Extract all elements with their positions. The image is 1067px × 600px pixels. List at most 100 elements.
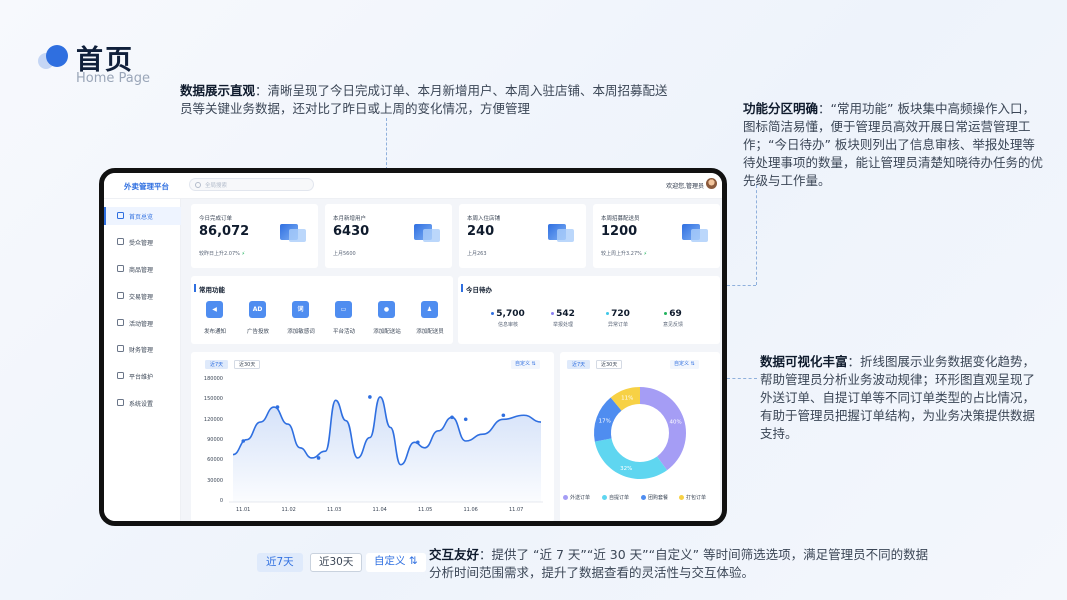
callout-title: 交互友好 (429, 547, 480, 562)
quick-function-label: 发布通知 (203, 329, 226, 335)
sidebar-item-activity[interactable]: 活动管理 (104, 314, 181, 332)
quick-function-ad[interactable]: AD 广告投放 (236, 301, 280, 341)
goods-icon (117, 265, 124, 272)
data-point (368, 395, 372, 399)
orders-illustration-icon (280, 221, 306, 243)
status-dot (491, 312, 495, 315)
page-subtitle: Home Page (76, 71, 150, 86)
todo-count: 542 (556, 309, 575, 319)
status-dot (606, 312, 610, 315)
legend-item: 打包订单 (679, 494, 706, 501)
connector-line (756, 185, 757, 285)
donut-chart-panel: 近7天 近30天 自定义 ⇅ 40% 32% 17% 11% 外送订单 自提订单 团购… (560, 352, 720, 521)
line-chart (229, 395, 543, 503)
callout-visualization: 数据可视化丰富：折线图展示业务数据变化趋势，帮助管理员分析业务波动规律；环形图直… (760, 353, 1043, 443)
sidebar: 首页总览 受众管理 商品管理 交易管理 活动管理 财务管理 平台维护 系统设置 (104, 199, 181, 521)
tablet-mockup: 外卖管理平台 全局搜索 欢迎您,管理员 首页总览 受众管理 商品管理 交易管理 … (99, 168, 727, 526)
stat-compare-text: 上月263 (467, 251, 487, 257)
callout-function-zone: 功能分区明确：“常用功能” 板块集中高频操作入口，图标简洁易懂，便于管理员高效开… (743, 100, 1043, 190)
data-point (241, 439, 246, 443)
callout-title: 数据可视化丰富 (760, 354, 848, 369)
todo-item[interactable]: 720 异常订单 (596, 309, 640, 328)
todo-item[interactable]: 5,700 信息审核 (486, 309, 530, 328)
stat-card-couriers: 本周招募配送员 1200 较上周上升3.27% ⚡ (593, 204, 720, 268)
donut-slice-label: 40% (670, 419, 682, 425)
line-chart-panel: 近7天 近30天 自定义 ⇅ 0 30000 60000 90000 120000 150… (191, 352, 554, 521)
shops-illustration-icon (548, 221, 574, 243)
todo-count: 5,700 (496, 309, 525, 319)
stat-label: 本月新增用户 (333, 216, 367, 222)
data-point (275, 405, 280, 409)
activity-icon (117, 319, 124, 326)
todo-label: 信息审核 (497, 322, 518, 328)
demo-filter-30days[interactable]: 近30天 (310, 553, 363, 572)
demo-filter-7days[interactable]: 近7天 (257, 553, 303, 572)
trend-up-icon: ⚡ (241, 251, 245, 257)
search-icon (195, 182, 201, 188)
legend-swatch (602, 495, 607, 500)
data-point (463, 417, 468, 422)
home-icon (117, 212, 124, 219)
trend-up-icon: ⚡ (643, 251, 647, 257)
todo-value: 69 (651, 309, 695, 319)
stat-label: 本周招募配送员 (601, 216, 640, 222)
sidebar-item-home[interactable]: 首页总览 (104, 207, 181, 225)
todo-panel: 今日待办 5,700 信息审核 542 举报处理 720 异常订单 69 意见反馈 (458, 276, 720, 344)
sidebar-item-goods[interactable]: 商品管理 (104, 260, 181, 278)
callout-data-display: 数据展示直观：清晰呈现了今日完成订单、本月新增用户、本周入驻店铺、本周招募配送员… (180, 82, 680, 118)
legend-label: 打包订单 (686, 495, 707, 501)
stat-card-users: 本月新增用户 6430 上月5600 (325, 204, 452, 268)
stat-compare-text: 上月5600 (333, 251, 356, 257)
legend-item: 自提订单 (602, 494, 629, 501)
demo-filter-custom[interactable]: 自定义 ⇅ (366, 553, 426, 572)
sidebar-item-trade[interactable]: 交易管理 (104, 287, 181, 305)
quick-function-label: 广告投放 (246, 329, 269, 335)
sidebar-item-finance[interactable]: 财务管理 (104, 340, 181, 358)
legend-swatch (563, 495, 568, 500)
data-point (501, 413, 506, 418)
quick-function-activity[interactable]: ▭ 平台活动 (322, 301, 366, 341)
search-placeholder: 全局搜索 (205, 183, 228, 189)
quick-function-notice[interactable]: ◀ 发布通知 (193, 301, 237, 341)
todo-label: 举报处理 (552, 322, 573, 328)
quick-function-sensitive-word[interactable]: 词添加敏感词 (279, 301, 323, 341)
stat-value: 240 (467, 224, 495, 239)
todo-label: 意见反馈 (662, 322, 683, 328)
sidebar-item-maintain[interactable]: 平台维护 (104, 367, 181, 385)
app-name: 外卖管理平台 (124, 182, 169, 191)
stat-card-orders: 今日完成订单 86,072 较昨日上升2.07% ⚡ (191, 204, 318, 268)
callout-text: ：提供了 “近 7 天”“近 30 天”“自定义” 等时间筛选选项，满足管理员不… (429, 547, 929, 580)
legend-label: 团购套餐 (648, 495, 669, 501)
connector-line (727, 285, 756, 286)
status-dot (551, 312, 555, 315)
welcome-text: 欢迎您,管理员 (666, 183, 704, 190)
quick-function-courier[interactable]: ♟ 添加配送员 (408, 301, 452, 341)
quick-function-label: 添加配送站 (373, 329, 401, 335)
legend-item: 团购套餐 (641, 494, 668, 501)
sidebar-item-settings[interactable]: 系统设置 (104, 394, 181, 412)
search-input[interactable]: 全局搜索 (189, 178, 314, 191)
todo-count: 69 (669, 309, 682, 319)
stat-value: 86,072 (199, 224, 250, 239)
donut-slice (640, 387, 686, 471)
todo-item[interactable]: 69 意见反馈 (651, 309, 695, 328)
logo-mark (38, 45, 68, 71)
app-header: 外卖管理平台 全局搜索 欢迎您,管理员 (104, 173, 722, 199)
todo-value: 542 (541, 309, 585, 319)
data-point (416, 440, 420, 445)
sidebar-item-audience[interactable]: 受众管理 (104, 233, 181, 251)
todo-item[interactable]: 542 举报处理 (541, 309, 585, 328)
legend-swatch (641, 495, 646, 500)
callout-title: 数据展示直观 (180, 83, 256, 98)
stat-compare: 较昨日上升2.07% ⚡ (199, 250, 245, 257)
stat-compare: 较上周上升3.27% ⚡ (601, 250, 647, 257)
ticket-icon: ▭ (335, 301, 352, 318)
quick-function-label: 添加配送员 (416, 329, 444, 335)
maintain-icon (117, 372, 124, 379)
avatar[interactable] (706, 178, 717, 189)
quick-function-station[interactable]: ● 添加配送站 (365, 301, 409, 341)
todo-count: 720 (611, 309, 630, 319)
sidebar-item-label: 首页总览 (129, 214, 154, 221)
quick-function-label: 添加敏感词 (287, 329, 315, 335)
todo-value: 720 (596, 309, 640, 319)
